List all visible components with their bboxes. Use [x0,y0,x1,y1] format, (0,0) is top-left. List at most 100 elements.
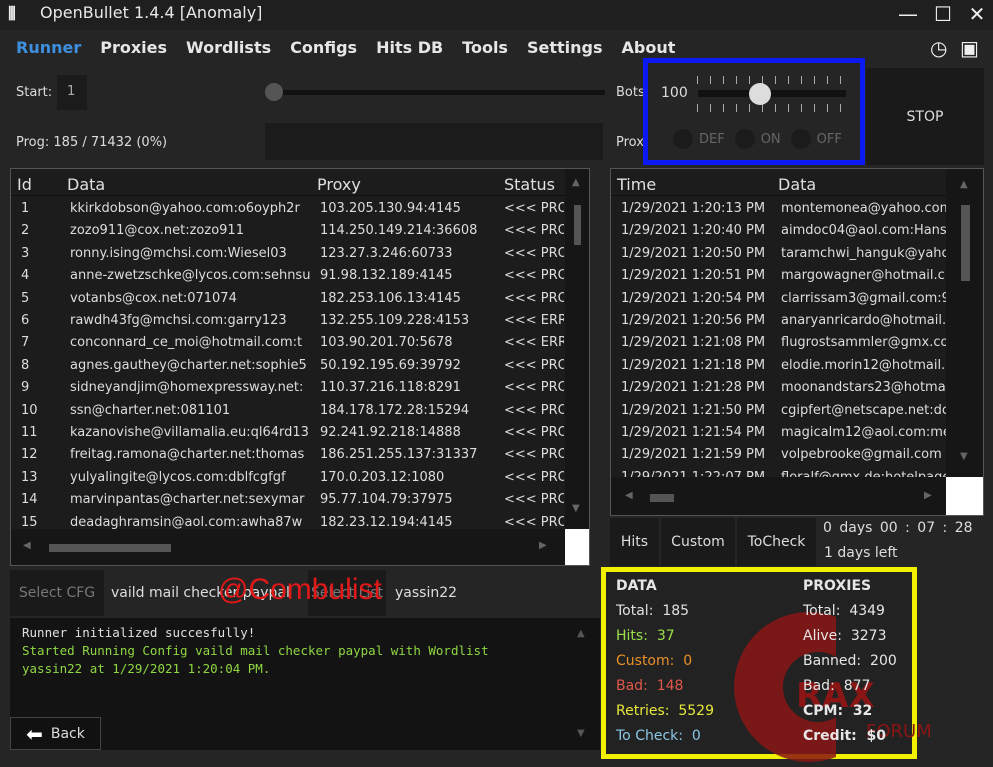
close-button[interactable]: ✕ [962,2,992,26]
menu-configs[interactable]: Configs [290,38,357,57]
proxy-stat-cpm: CPM: 32 [803,703,873,719]
hit-row[interactable]: 1/29/2021 1:21:18 PM elodie.morin12@hotma… [611,358,946,380]
hit-row[interactable]: 1/29/2021 1:22:07 PM floralf@gmx.de:hotel… [611,470,946,477]
hit-row[interactable]: 1/29/2021 1:20:54 PM clarrissam3@gmail.co… [611,291,946,313]
start-input[interactable]: 1 [57,75,87,110]
history-icon[interactable]: ◷ [930,36,947,60]
hit-row[interactable]: 1/29/2021 1:20:51 PM margowagner@hotmail.… [611,268,946,290]
hit-row[interactable]: 1/29/2021 1:20:40 PM aimdoc04@aol.com:Han… [611,223,946,245]
maximize-button[interactable]: ☐ [928,2,958,26]
table-row[interactable]: 10 ssn@charter.net:081101 184.178.172.28:1… [11,403,565,425]
scroll-left-icon[interactable]: ◀ [625,490,633,501]
cell-status: <<< PRO [504,223,564,239]
col-id[interactable]: Id [17,175,32,194]
col-data[interactable]: Data [67,175,105,194]
cell-id: 12 [21,447,38,463]
scroll-thumb[interactable] [961,205,970,281]
cell-status: <<< ERR [504,335,564,351]
table-row[interactable]: 11 kazanovishe@villamalia.eu:ql64rd13 92.2… [11,425,565,447]
hit-row[interactable]: 1/29/2021 1:21:08 PM flugrostsammler@gmx.… [611,335,946,357]
select-cfg-button[interactable]: Select CFG [10,570,104,616]
hit-row[interactable]: 1/29/2021 1:20:56 PM anaryanricardo@hotma… [611,313,946,335]
col-proxy[interactable]: Proxy [317,175,361,194]
menu-hits-db[interactable]: Hits DB [376,38,443,57]
start-slider[interactable] [265,83,605,101]
hit-row[interactable]: 1/29/2021 1:21:59 PM volpebrooke@gmail.co… [611,447,946,469]
cell-time: 1/29/2021 1:20:13 PM [621,201,766,216]
hits-vertical-scrollbar[interactable]: ▲ ▼ [946,169,983,477]
tocheck-tab[interactable]: ToCheck [737,518,816,566]
scroll-down-icon[interactable]: ▼ [960,451,968,462]
radio-def[interactable] [673,129,693,149]
cell-time: 1/29/2021 1:21:28 PM [621,380,766,396]
hit-row[interactable]: 1/29/2021 1:21:54 PM magicalm12@aol.com:m… [611,425,946,447]
hits-tab[interactable]: Hits [610,518,659,566]
scroll-up-icon[interactable]: ▲ [577,628,585,639]
scroll-down-icon[interactable]: ▼ [572,503,580,514]
cell-proxy: 91.98.132.189:4145 [320,268,453,284]
hscroll-thumb[interactable] [650,494,674,502]
cell-proxy: 182.23.12.194:4145 [320,514,453,529]
data-stat-custom: Custom: 0 [616,653,693,669]
stop-button[interactable]: STOP [866,68,984,165]
menu-about[interactable]: About [621,38,675,57]
proxy-stat-credit: Credit: $0 [803,728,887,744]
hit-row[interactable]: 1/29/2021 1:20:50 PM taramchwi_hanguk@yah… [611,246,946,268]
col-time[interactable]: Time [617,175,656,194]
hit-row[interactable]: 1/29/2021 1:21:28 PM moonandstars23@hotma [611,380,946,402]
table-row[interactable]: 9 sidneyandjim@homexpressway.net: 110.37.2… [11,380,565,402]
cell-data: marvinpantas@charter.net:sexymar [70,492,305,508]
table-row[interactable]: 1 kkirkdobson@yahoo.com:o6oyph2r 103.205.1… [11,201,565,223]
horizontal-scrollbar[interactable]: ◀ ▶ [11,529,565,565]
wordlist-name: yassin22 [395,585,458,601]
table-row[interactable]: 7 conconnard_ce_moi@hotmail.com:t 103.90.2… [11,335,565,357]
hit-row[interactable]: 1/29/2021 1:20:13 PM montemonea@yahoo.com [611,201,946,223]
scroll-up-icon[interactable]: ▲ [572,177,580,188]
data-title: DATA [616,578,657,594]
table-row[interactable]: 15 deadaghramsin@aol.com:awha87w 182.23.12… [11,515,565,529]
radio-on[interactable] [734,129,755,149]
hit-row[interactable]: 1/29/2021 1:21:50 PM cgipfert@netscape.ne… [611,403,946,425]
title-bar: ⦀ OpenBullet 1.4.4 [Anomaly] — ☐ ✕ [0,0,993,30]
camera-icon[interactable]: ▣ [960,36,979,60]
vertical-scrollbar[interactable]: ▲ ▼ [565,169,589,529]
custom-tab[interactable]: Custom [661,518,735,566]
scroll-thumb[interactable] [574,205,581,245]
scroll-right-icon[interactable]: ▶ [539,540,547,551]
cell-data: rawdh43fg@mchsi.com:garry123 [70,313,287,328]
progress-bar [265,123,603,160]
back-button[interactable]: ⬅ Back [10,717,101,750]
start-slider-thumb[interactable] [265,83,283,101]
table-row[interactable]: 4 anne-zwetzschke@lycos.com:sehnsu 91.98.1… [11,268,565,290]
col-hit-data[interactable]: Data [778,175,816,194]
hits-horizontal-scrollbar[interactable]: ◀ ▶ [611,477,946,515]
table-row[interactable]: 12 freitag.ramona@charter.net:thomas 186.2… [11,447,565,469]
scroll-up-icon[interactable]: ▲ [960,179,968,190]
menu-proxies[interactable]: Proxies [100,38,167,57]
hscroll-thumb[interactable] [49,544,171,552]
cell-data: votanbs@cox.net:071074 [70,290,237,306]
table-row[interactable]: 8 agnes.gauthey@charter.net:sophie5 50.192… [11,358,565,380]
elapsed-time: 0 days 00 : 07 : 28 [823,520,973,536]
table-row[interactable]: 13 yulyalingite@lycos.com:dblfcgfgf 170.0.… [11,470,565,492]
cell-data: yulyalingite@lycos.com:dblfcgfgf [70,469,286,485]
stats-panel: RAX FORUM DATA PROXIES Total: 185 Hits: 3… [601,567,932,762]
menu-tools[interactable]: Tools [462,38,508,57]
menu-settings[interactable]: Settings [527,38,603,57]
minimize-button[interactable]: — [893,2,923,26]
table-row[interactable]: 6 rawdh43fg@mchsi.com:garry123 132.255.109… [11,313,565,335]
scroll-down-icon[interactable]: ▼ [577,728,585,739]
col-status[interactable]: Status [504,175,555,194]
menu-runner[interactable]: Runner [16,38,81,57]
table-row[interactable]: 14 marvinpantas@charter.net:sexymar 95.77.… [11,492,565,514]
table-row[interactable]: 5 votanbs@cox.net:071074 182.253.106.13:41… [11,291,565,313]
table-row[interactable]: 3 ronny.ising@mchsi.com:Wiesel03 123.27.3.… [11,246,565,268]
table-row[interactable]: 2 zozo911@cox.net:zozo911 114.250.149.214:… [11,223,565,245]
bots-slider-thumb[interactable] [749,83,772,105]
scroll-left-icon[interactable]: ◀ [23,540,31,551]
scroll-right-icon[interactable]: ▶ [924,490,932,501]
radio-off[interactable] [790,129,811,149]
bots-slider[interactable] [697,76,846,112]
menu-wordlists[interactable]: Wordlists [186,38,271,57]
cell-hit-data: elodie.morin12@hotmail. [781,357,946,373]
